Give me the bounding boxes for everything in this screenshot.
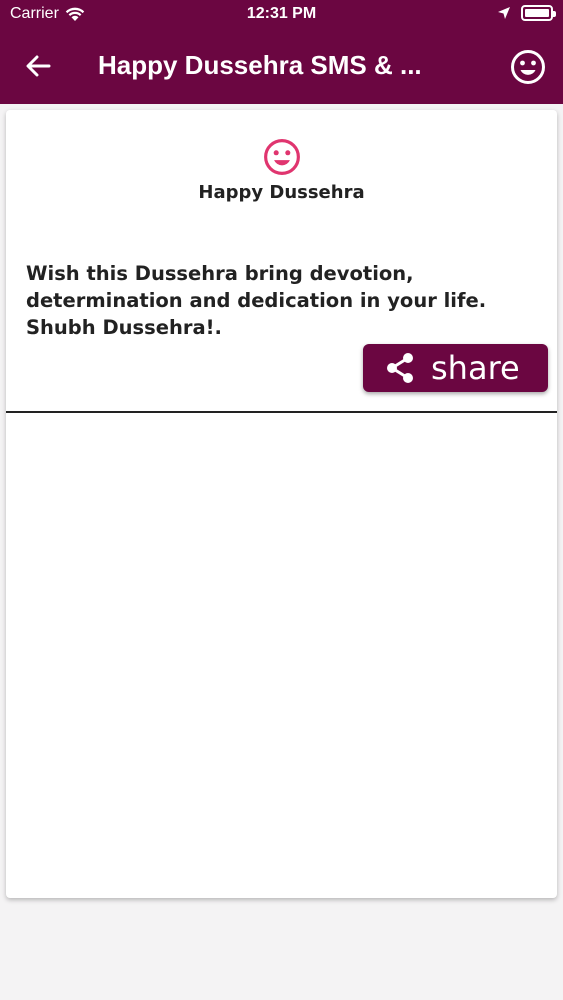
battery-icon [521, 5, 556, 21]
share-label: share [431, 349, 520, 387]
status-bar: Carrier 12:31 PM [0, 0, 563, 30]
smiley-button[interactable] [507, 46, 549, 88]
top-bar: Carrier 12:31 PM Happy Dussehra SMS & ..… [0, 0, 563, 104]
app-bar: Happy Dussehra SMS & ... [0, 30, 563, 104]
status-right-group [497, 5, 556, 21]
page-title: Happy Dussehra SMS & ... [98, 50, 422, 80]
location-arrow-icon [498, 7, 510, 19]
status-time: 12:31 PM [246, 5, 317, 22]
share-button[interactable]: share [363, 344, 548, 392]
arrow-left-icon [26, 55, 51, 77]
back-button[interactable] [18, 46, 58, 86]
message-card: Happy Dussehra Wish this Dussehra bring … [6, 110, 557, 898]
divider [6, 411, 557, 413]
smiley-face-icon [264, 139, 300, 175]
message-text: Wish this Dussehra bring devotion, deter… [26, 262, 487, 339]
share-icon [387, 353, 413, 383]
card-heading: Happy Dussehra [198, 182, 365, 203]
smiley-face-icon [511, 50, 545, 84]
